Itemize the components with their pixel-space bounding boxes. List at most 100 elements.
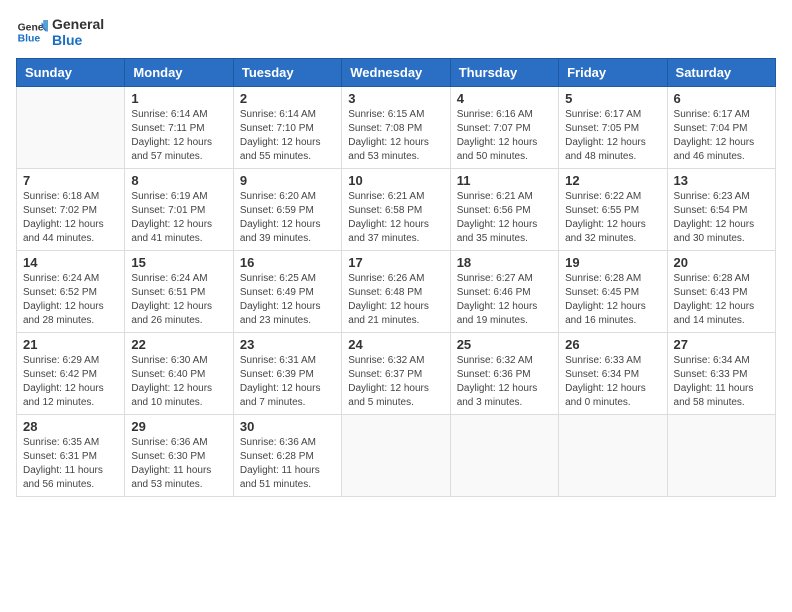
day-info: Sunrise: 6:17 AMSunset: 7:04 PMDaylight:…: [674, 108, 769, 164]
page-header: General Blue General Blue: [16, 16, 776, 48]
logo-general: General: [52, 16, 104, 32]
day-number: 6: [674, 91, 769, 106]
day-info: Sunrise: 6:14 AMSunset: 7:10 PMDaylight:…: [240, 108, 335, 164]
day-info: Sunrise: 6:36 AMSunset: 6:30 PMDaylight:…: [131, 436, 226, 492]
day-number: 14: [23, 255, 118, 270]
weekday-header-row: SundayMondayTuesdayWednesdayThursdayFrid…: [17, 59, 776, 87]
calendar-cell: [667, 415, 775, 497]
calendar-cell: 20Sunrise: 6:28 AMSunset: 6:43 PMDayligh…: [667, 251, 775, 333]
calendar-cell: 28 Sunrise: 6:35 AMSunset: 6:31 PMDayligh…: [17, 415, 125, 497]
day-info: Sunrise: 6:28 AMSunset: 6:45 PMDaylight:…: [565, 272, 660, 328]
calendar-week-row: 21 Sunrise: 6:29 AMSunset: 6:42 PMDayligh…: [17, 333, 776, 415]
day-info: Sunrise: 6:20 AMSunset: 6:59 PMDaylight:…: [240, 190, 335, 246]
day-info: Sunrise: 6:25 AMSunset: 6:49 PMDaylight:…: [240, 272, 335, 328]
calendar-week-row: 28 Sunrise: 6:35 AMSunset: 6:31 PMDayligh…: [17, 415, 776, 497]
day-number: 15: [131, 255, 226, 270]
day-info: Sunrise: 6:36 AMSunset: 6:28 PMDaylight:…: [240, 436, 335, 492]
logo-blue: Blue: [52, 32, 104, 48]
calendar-cell: [450, 415, 558, 497]
weekday-header-monday: Monday: [125, 59, 233, 87]
day-info: Sunrise: 6:17 AMSunset: 7:05 PMDaylight:…: [565, 108, 660, 164]
weekday-header-sunday: Sunday: [17, 59, 125, 87]
weekday-header-tuesday: Tuesday: [233, 59, 341, 87]
calendar-cell: 10 Sunrise: 6:21 AMSunset: 6:58 PMDayligh…: [342, 169, 450, 251]
day-number: 9: [240, 173, 335, 188]
calendar-week-row: 7 Sunrise: 6:18 AMSunset: 7:02 PMDaylight…: [17, 169, 776, 251]
day-number: 22: [131, 337, 226, 352]
calendar-cell: 11 Sunrise: 6:21 AMSunset: 6:56 PMDayligh…: [450, 169, 558, 251]
calendar-cell: 19Sunrise: 6:28 AMSunset: 6:45 PMDayligh…: [559, 251, 667, 333]
calendar-cell: 15 Sunrise: 6:24 AMSunset: 6:51 PMDayligh…: [125, 251, 233, 333]
day-info: Sunrise: 6:21 AMSunset: 6:58 PMDaylight:…: [348, 190, 443, 246]
calendar-week-row: 14 Sunrise: 6:24 AMSunset: 6:52 PMDayligh…: [17, 251, 776, 333]
calendar-cell: 13Sunrise: 6:23 AMSunset: 6:54 PMDayligh…: [667, 169, 775, 251]
weekday-header-thursday: Thursday: [450, 59, 558, 87]
calendar-cell: [342, 415, 450, 497]
day-number: 2: [240, 91, 335, 106]
day-number: 5: [565, 91, 660, 106]
logo-icon: General Blue: [16, 16, 48, 48]
day-number: 1: [131, 91, 226, 106]
day-number: 23: [240, 337, 335, 352]
weekday-header-friday: Friday: [559, 59, 667, 87]
day-number: 7: [23, 173, 118, 188]
calendar-cell: 12 Sunrise: 6:22 AMSunset: 6:55 PMDayligh…: [559, 169, 667, 251]
day-number: 13: [674, 173, 769, 188]
calendar-cell: [559, 415, 667, 497]
calendar-cell: 14 Sunrise: 6:24 AMSunset: 6:52 PMDayligh…: [17, 251, 125, 333]
day-number: 21: [23, 337, 118, 352]
day-info: Sunrise: 6:33 AMSunset: 6:34 PMDaylight:…: [565, 354, 660, 410]
calendar-cell: 27 Sunrise: 6:34 AMSunset: 6:33 PMDayligh…: [667, 333, 775, 415]
calendar-cell: 24 Sunrise: 6:32 AMSunset: 6:37 PMDayligh…: [342, 333, 450, 415]
day-info: Sunrise: 6:16 AMSunset: 7:07 PMDaylight:…: [457, 108, 552, 164]
day-info: Sunrise: 6:35 AMSunset: 6:31 PMDaylight:…: [23, 436, 118, 492]
day-number: 28: [23, 419, 118, 434]
calendar-cell: 6 Sunrise: 6:17 AMSunset: 7:04 PMDaylight…: [667, 87, 775, 169]
day-info: Sunrise: 6:26 AMSunset: 6:48 PMDaylight:…: [348, 272, 443, 328]
day-number: 29: [131, 419, 226, 434]
weekday-header-wednesday: Wednesday: [342, 59, 450, 87]
day-info: Sunrise: 6:30 AMSunset: 6:40 PMDaylight:…: [131, 354, 226, 410]
calendar-cell: 3Sunrise: 6:15 AMSunset: 7:08 PMDaylight…: [342, 87, 450, 169]
day-number: 8: [131, 173, 226, 188]
day-info: Sunrise: 6:34 AMSunset: 6:33 PMDaylight:…: [674, 354, 769, 410]
calendar-cell: 18Sunrise: 6:27 AMSunset: 6:46 PMDayligh…: [450, 251, 558, 333]
day-number: 27: [674, 337, 769, 352]
calendar-cell: 21 Sunrise: 6:29 AMSunset: 6:42 PMDayligh…: [17, 333, 125, 415]
calendar-cell: 9 Sunrise: 6:20 AMSunset: 6:59 PMDaylight…: [233, 169, 341, 251]
day-info: Sunrise: 6:24 AMSunset: 6:51 PMDaylight:…: [131, 272, 226, 328]
calendar-table: SundayMondayTuesdayWednesdayThursdayFrid…: [16, 58, 776, 497]
calendar-cell: 17Sunrise: 6:26 AMSunset: 6:48 PMDayligh…: [342, 251, 450, 333]
day-number: 11: [457, 173, 552, 188]
day-info: Sunrise: 6:29 AMSunset: 6:42 PMDaylight:…: [23, 354, 118, 410]
day-info: Sunrise: 6:22 AMSunset: 6:55 PMDaylight:…: [565, 190, 660, 246]
calendar-cell: 4 Sunrise: 6:16 AMSunset: 7:07 PMDaylight…: [450, 87, 558, 169]
calendar-cell: 30 Sunrise: 6:36 AMSunset: 6:28 PMDayligh…: [233, 415, 341, 497]
calendar-cell: [17, 87, 125, 169]
day-info: Sunrise: 6:15 AMSunset: 7:08 PMDaylight:…: [348, 108, 443, 164]
day-number: 10: [348, 173, 443, 188]
day-info: Sunrise: 6:14 AMSunset: 7:11 PMDaylight:…: [131, 108, 226, 164]
calendar-cell: 8Sunrise: 6:19 AMSunset: 7:01 PMDaylight…: [125, 169, 233, 251]
svg-text:Blue: Blue: [18, 34, 41, 45]
calendar-cell: 25 Sunrise: 6:32 AMSunset: 6:36 PMDayligh…: [450, 333, 558, 415]
calendar-cell: 2 Sunrise: 6:14 AMSunset: 7:10 PMDaylight…: [233, 87, 341, 169]
day-info: Sunrise: 6:32 AMSunset: 6:37 PMDaylight:…: [348, 354, 443, 410]
calendar-week-row: 1 Sunrise: 6:14 AMSunset: 7:11 PMDaylight…: [17, 87, 776, 169]
calendar-cell: 16 Sunrise: 6:25 AMSunset: 6:49 PMDayligh…: [233, 251, 341, 333]
day-info: Sunrise: 6:24 AMSunset: 6:52 PMDaylight:…: [23, 272, 118, 328]
day-number: 25: [457, 337, 552, 352]
day-number: 16: [240, 255, 335, 270]
day-number: 12: [565, 173, 660, 188]
day-info: Sunrise: 6:18 AMSunset: 7:02 PMDaylight:…: [23, 190, 118, 246]
day-info: Sunrise: 6:21 AMSunset: 6:56 PMDaylight:…: [457, 190, 552, 246]
day-info: Sunrise: 6:32 AMSunset: 6:36 PMDaylight:…: [457, 354, 552, 410]
day-number: 24: [348, 337, 443, 352]
calendar-cell: 26 Sunrise: 6:33 AMSunset: 6:34 PMDayligh…: [559, 333, 667, 415]
weekday-header-saturday: Saturday: [667, 59, 775, 87]
day-number: 4: [457, 91, 552, 106]
day-number: 30: [240, 419, 335, 434]
day-number: 26: [565, 337, 660, 352]
day-number: 20: [674, 255, 769, 270]
logo: General Blue General Blue: [16, 16, 104, 48]
